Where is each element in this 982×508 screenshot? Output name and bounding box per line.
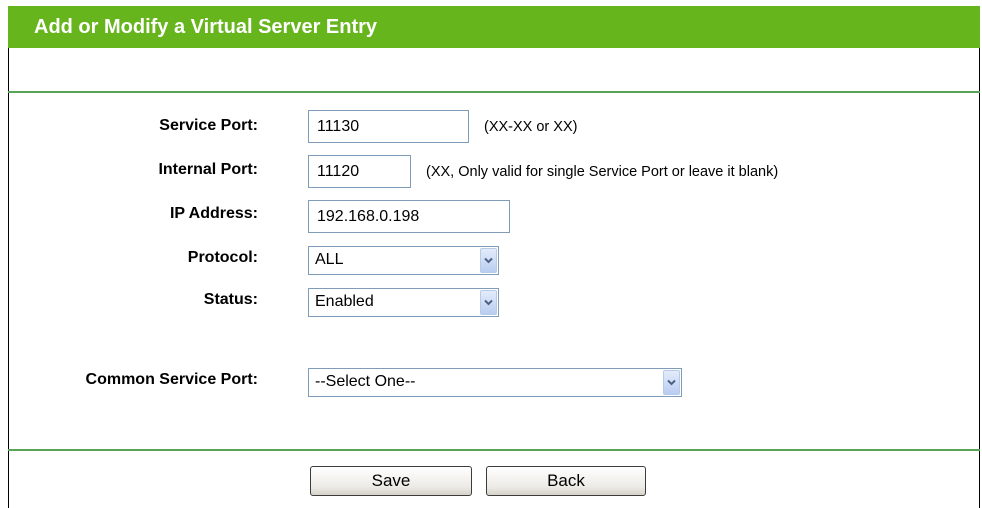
ip-address-input[interactable] <box>308 200 510 233</box>
status-label: Status: <box>203 291 258 308</box>
internal-port-hint: (XX, Only valid for single Service Port … <box>426 164 779 180</box>
ip-address-label: IP Address: <box>169 205 258 222</box>
top-divider <box>8 91 980 93</box>
chevron-down-icon[interactable] <box>663 370 680 395</box>
internal-port-label: Internal Port: <box>158 161 258 178</box>
status-select[interactable]: Enabled <box>308 288 499 317</box>
save-button[interactable]: Save <box>310 466 472 496</box>
service-port-label: Service Port: <box>159 117 258 134</box>
back-button[interactable]: Back <box>486 466 646 496</box>
page-title: Add or Modify a Virtual Server Entry <box>34 16 378 38</box>
common-service-port-selected-value: --Select One-- <box>315 373 416 390</box>
chevron-down-icon[interactable] <box>480 248 497 273</box>
page-header: Add or Modify a Virtual Server Entry <box>8 6 980 48</box>
chevron-down-icon[interactable] <box>480 290 497 315</box>
service-port-input[interactable] <box>308 110 469 143</box>
protocol-select[interactable]: ALL <box>308 246 499 275</box>
protocol-selected-value: ALL <box>315 251 344 268</box>
protocol-label: Protocol: <box>187 249 258 266</box>
common-service-port-select[interactable]: --Select One-- <box>308 368 682 397</box>
common-service-port-label: Common Service Port: <box>85 371 258 388</box>
service-port-hint: (XX-XX or XX) <box>484 119 578 135</box>
internal-port-input[interactable] <box>308 155 411 188</box>
bottom-divider <box>8 449 980 451</box>
status-selected-value: Enabled <box>315 293 374 310</box>
